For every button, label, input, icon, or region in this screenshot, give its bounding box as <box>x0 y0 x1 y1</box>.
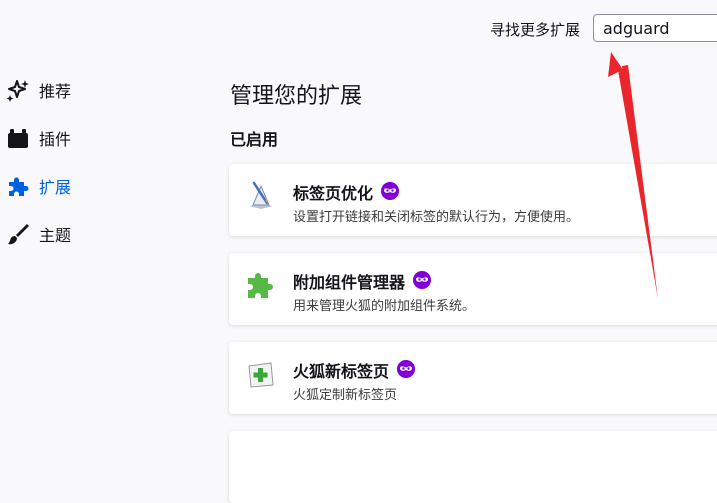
private-browsing-badge <box>413 271 431 289</box>
addon-name: 火狐新标签页 <box>293 362 390 381</box>
addon-card[interactable]: 火狐新标签页 火狐定制新标签页 <box>229 342 717 414</box>
addon-description: 火狐定制新标签页 <box>293 388 398 403</box>
sidebar-item-themes[interactable]: 主题 <box>0 210 200 258</box>
section-title-enabled: 已启用 <box>230 130 279 149</box>
tab-optimize-icon <box>249 181 273 209</box>
search-input[interactable] <box>593 14 717 42</box>
sidebar-item-label: 主题 <box>39 226 72 245</box>
sidebar-item-label: 插件 <box>39 130 72 149</box>
green-puzzle-icon <box>248 273 273 298</box>
addon-name: 标签页优化 <box>293 184 374 203</box>
addon-name: 附加组件管理器 <box>293 273 406 292</box>
sidebar-nav: 推荐 插件 扩展 主题 <box>0 66 200 258</box>
addon-card[interactable]: 附加组件管理器 用来管理火狐的附加组件系统。 <box>229 253 717 325</box>
brush-icon <box>8 224 29 245</box>
private-browsing-badge <box>397 360 415 378</box>
addon-card[interactable]: 标签页优化 设置打开链接和关闭标签的默认行为，方便使用。 <box>229 164 717 236</box>
search-label: 寻找更多扩展 <box>490 21 581 39</box>
puzzle-icon <box>9 177 29 196</box>
private-browsing-badge <box>381 182 399 200</box>
sidebar-item-label: 扩展 <box>39 178 72 197</box>
sidebar-item-plugins[interactable]: 插件 <box>0 114 200 162</box>
new-tab-icon <box>248 362 274 388</box>
addon-description: 设置打开链接和关闭标签的默认行为，方便使用。 <box>293 210 580 225</box>
sidebar-item-recommendations[interactable]: 推荐 <box>0 66 200 114</box>
sidebar-item-label: 推荐 <box>39 82 72 101</box>
addon-description: 用来管理火狐的附加组件系统。 <box>293 299 476 314</box>
addon-card[interactable] <box>229 431 717 503</box>
plugin-icon <box>8 129 28 148</box>
sparkle-icon <box>6 80 29 102</box>
sidebar-item-extensions[interactable]: 扩展 <box>0 162 200 210</box>
page-title: 管理您的扩展 <box>230 84 363 109</box>
